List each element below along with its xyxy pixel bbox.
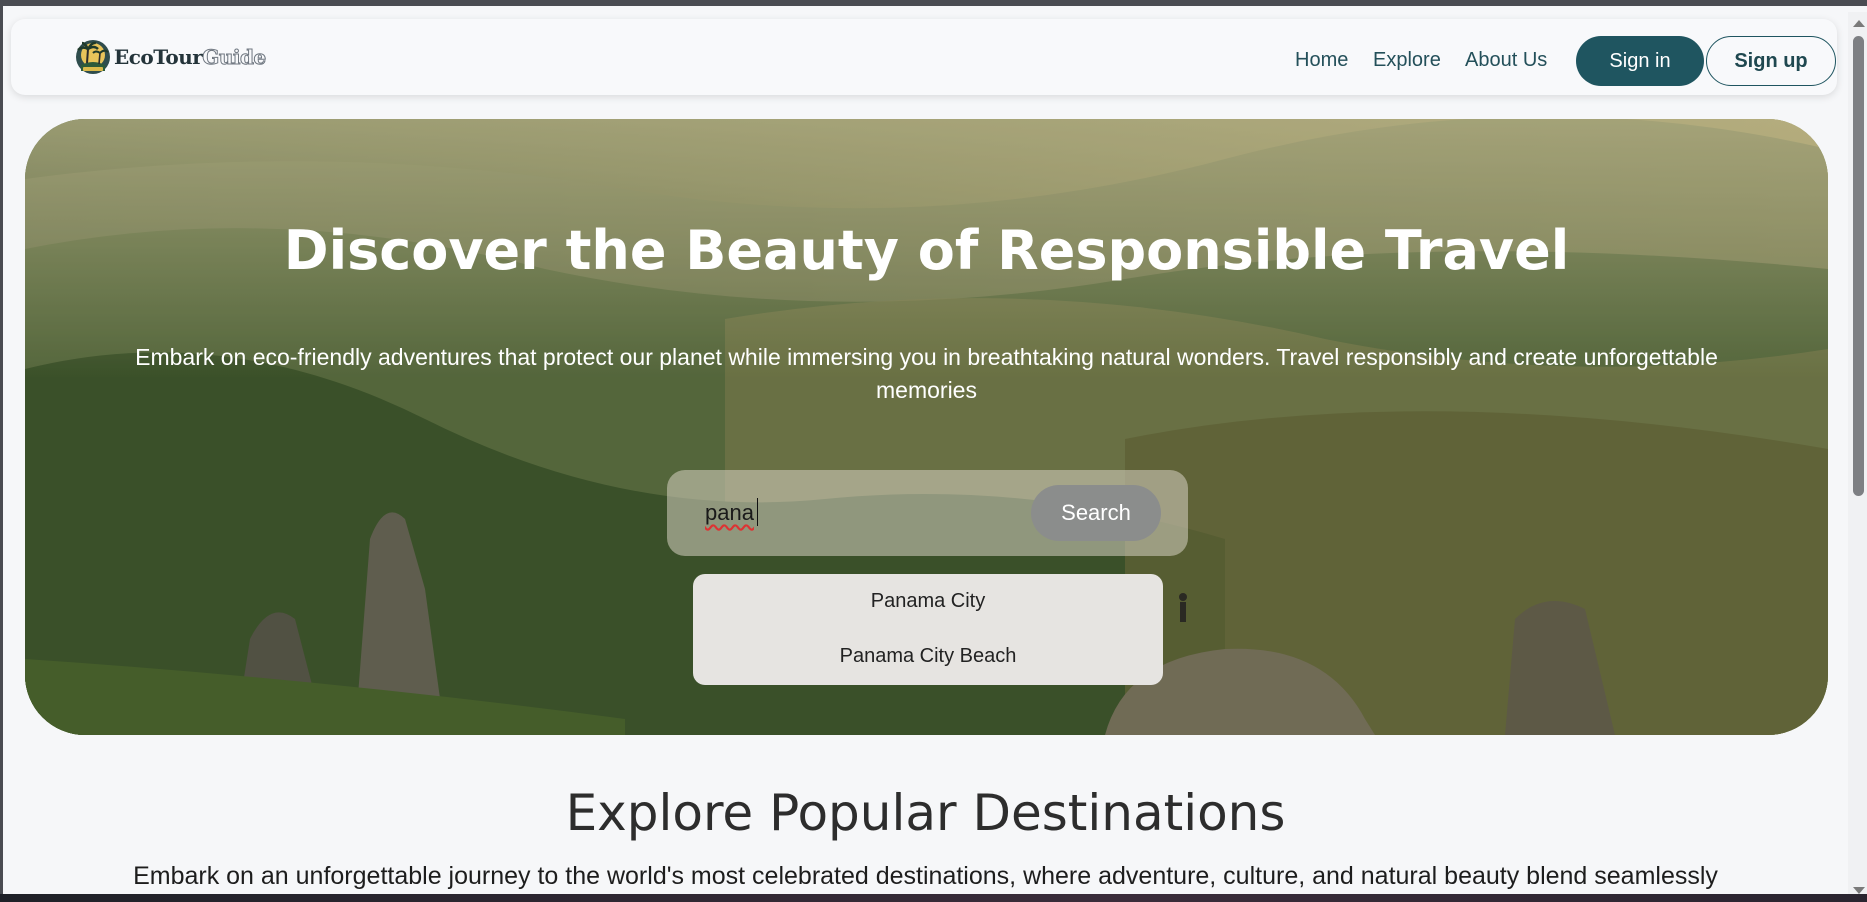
browser-viewport: EcoTour Guide Home Explore About Us Sign … [0,0,1867,894]
signin-button[interactable]: Sign in [1576,36,1704,86]
search-suggestions-dropdown: Panama City Panama City Beach [693,574,1163,685]
search-button[interactable]: Search [1031,485,1161,541]
hero-title: Discover the Beauty of Responsible Trave… [283,219,1570,282]
logo-text-secondary: Guide [202,45,267,70]
nav-link-about-us[interactable]: About Us [1465,49,1547,72]
scrollbar[interactable] [1848,12,1867,894]
taskbar-edge [0,894,1867,902]
nav-link-explore[interactable]: Explore [1373,49,1441,72]
signup-button[interactable]: Sign up [1706,36,1836,86]
navbar: EcoTour Guide Home Explore About Us Sign … [11,19,1837,95]
suggestion-item[interactable]: Panama City [693,590,1163,613]
scroll-down-arrow-icon[interactable] [1853,887,1865,894]
scrollbar-thumb[interactable] [1853,36,1864,496]
logo[interactable]: EcoTour Guide [73,37,267,77]
section-subtitle: Embark on an unforgettable journey to th… [133,862,1718,890]
section-title: Explore Popular Destinations [565,784,1286,842]
logo-text-primary: EcoTour [114,45,203,69]
text-caret [757,498,758,526]
hero-banner: Discover the Beauty of Responsible Trave… [25,119,1828,735]
palm-tree-logo-icon [76,40,110,74]
hero-subtitle: Embark on eco-friendly adventures that p… [135,344,1718,403]
search-input-value[interactable]: pana [705,500,754,526]
nav-link-home[interactable]: Home [1295,49,1348,72]
scroll-up-arrow-icon[interactable] [1853,20,1865,27]
suggestion-item[interactable]: Panama City Beach [693,645,1163,668]
search-box: pana Search [667,470,1188,556]
